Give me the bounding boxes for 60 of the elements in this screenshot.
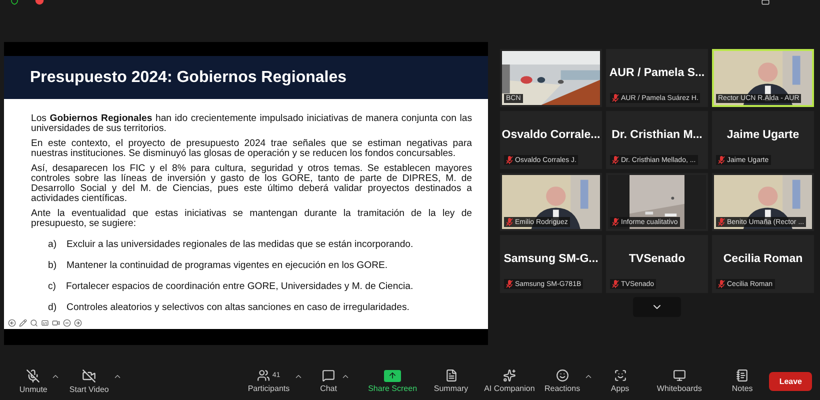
muted-mic-icon: [718, 156, 725, 164]
caret-icon[interactable]: [294, 372, 303, 381]
toolbar-button[interactable]: Notes: [732, 369, 753, 393]
participant-name: Jaime Ugarte: [726, 129, 800, 141]
muted-mic-icon: [506, 280, 513, 288]
participant-name: TVSenado: [628, 253, 686, 265]
caret-icon[interactable]: [584, 372, 594, 381]
toolbar-button[interactable]: Whiteboards: [656, 369, 702, 393]
people-icon: [257, 369, 270, 382]
caret-icon[interactable]: [340, 372, 350, 381]
list-item-text: Fortalecer espacios de coordinación entre GORE, Universidades y M. de Ciencia.: [66, 281, 414, 292]
smiley-icon: [556, 369, 569, 382]
pen-icon[interactable]: [19, 319, 27, 327]
video-off-icon: [82, 368, 96, 382]
next-icon[interactable]: [74, 319, 82, 327]
list-item-text: Controles aleatorios y selectivos con altas sanciones en caso de irregularidades.: [66, 302, 410, 313]
toolbar-button[interactable]: Chat: [320, 369, 337, 393]
slide-paragraph: Así, desaparecen los FIC y el 8% para cultura, seguridad y otros temas. Se establecen mayores controles sobre las líneas de inversión y gasto de los GORE, tanto de parte de DIPRES, M. de Desarrollo Social y del M. de Ciencias, pues este último deberá validar proyectos destinados a actividades científicas.: [31, 164, 472, 204]
list-marker: d): [48, 302, 57, 313]
participant-name: Samsung SM-G...: [504, 253, 598, 265]
document-icon: [444, 369, 458, 382]
leave-button[interactable]: Leave: [769, 372, 812, 390]
muted-mic-icon: [612, 218, 619, 226]
previous-icon[interactable]: [8, 319, 16, 327]
sparkle-icon: [502, 369, 516, 382]
list-item-text: Excluir a las universidades regionales de las medidas que se están incorporando.: [66, 239, 414, 250]
muted-mic-icon: [506, 218, 513, 226]
search-icon[interactable]: [30, 319, 38, 327]
notes-icon: [736, 369, 749, 382]
slide-title: Presupuesto 2024: Gobiernos Regionales: [30, 68, 347, 86]
participant-name: Cecilia Roman: [723, 253, 803, 265]
slide-paragraph: Los Gobiernos Regionales han ido crecientemente impulsado iniciativas de manera conjunta con las universidades de sus territorios.: [31, 114, 472, 134]
slide-paragraph: Ante la eventualidad que estas iniciativas se mantengan durante la tramitación de la ley de presupuesto, se sugiere:: [31, 209, 472, 229]
muted-mic-icon: [612, 156, 619, 164]
minus-icon[interactable]: [63, 319, 71, 327]
list-item-text: Mantener la continuidad de programas vigentes en ejecución en los GORE.: [66, 260, 388, 271]
muted-mic-icon: [26, 368, 40, 382]
muted-mic-icon: [612, 94, 619, 102]
toolbar-button[interactable]: Share Screen: [368, 370, 418, 392]
toolbar-button[interactable]: AI Companion: [484, 369, 535, 393]
slide-paragraph: En este contexto, el proyecto de presupuesto 2024 trae señales que se estiman negativas para nuestras instituciones. Se disminuyó las glosas de operación y se reducen los fondos concursables.: [31, 139, 472, 159]
chat-bubble-icon: [322, 369, 336, 382]
list-marker: c): [48, 281, 56, 292]
toolbar-button[interactable]: Start Video: [69, 368, 109, 394]
toolbar-button[interactable]: Summary: [434, 369, 468, 393]
toolbar-button[interactable]: Reactions: [544, 369, 580, 393]
toolbar-button[interactable]: Unmute: [19, 368, 48, 394]
video-icon[interactable]: [52, 319, 60, 327]
participant-name: Osvaldo Corrale...: [502, 129, 600, 141]
toolbar-button[interactable]: Apps: [610, 369, 630, 393]
muted-mic-icon: [506, 156, 513, 164]
participant-name: Dr. Cristhian M...: [612, 129, 702, 141]
muted-mic-icon: [718, 280, 725, 288]
participant-name: AUR / Pamela S...: [609, 67, 705, 79]
monitor-icon: [672, 369, 686, 382]
muted-mic-icon: [612, 280, 619, 288]
captions-icon[interactable]: [41, 319, 49, 327]
muted-mic-icon: [718, 218, 725, 226]
list-marker: a): [48, 239, 57, 250]
list-marker: b): [48, 260, 57, 271]
